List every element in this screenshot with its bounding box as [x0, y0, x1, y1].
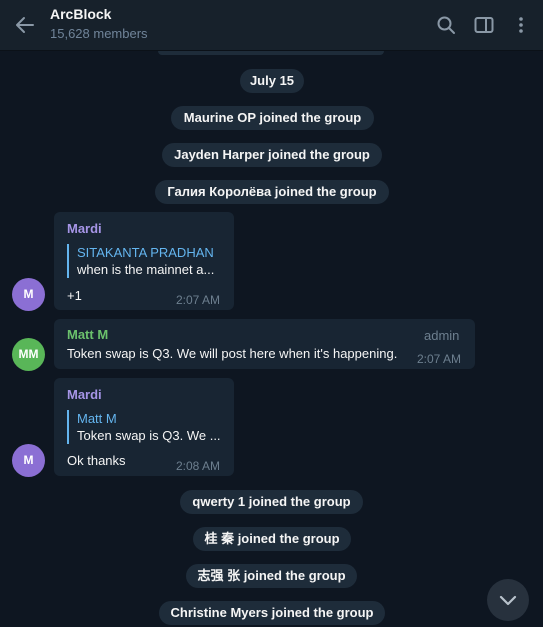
chat-title[interactable]: ArcBlock — [50, 6, 148, 23]
scroll-to-bottom-button[interactable] — [487, 579, 529, 621]
admin-badge: admin — [424, 328, 460, 343]
avatar[interactable]: MM — [12, 338, 45, 371]
message-author[interactable]: Mardi — [67, 221, 102, 237]
message-bubble[interactable]: Matt M admin Token swap is Q3. We will p… — [54, 319, 475, 369]
more-vertical-icon[interactable] — [509, 13, 533, 37]
message-text: Token swap is Q3. We will post here when… — [67, 346, 398, 361]
sidebar-toggle-icon[interactable] — [472, 13, 496, 37]
reply-author: Matt M — [77, 411, 117, 426]
avatar[interactable]: M — [12, 278, 45, 311]
date-separator: July 15 — [240, 69, 304, 93]
message-time: 2:07 AM — [417, 352, 462, 366]
service-message: Maurine OP joined the group — [171, 106, 374, 130]
chevron-down-icon — [499, 595, 517, 606]
chat-title-block[interactable]: ArcBlock 15,628 members — [50, 6, 148, 42]
chat-header: ArcBlock 15,628 members — [0, 0, 543, 51]
message-time: 2:07 AM — [176, 293, 221, 307]
message-bubble[interactable]: Mardi Matt M Token swap is Q3. We ... Ok… — [54, 378, 234, 476]
service-message: qwerty 1 joined the group — [180, 490, 363, 514]
previous-service-pill — [158, 51, 384, 55]
message-author[interactable]: Mardi — [67, 387, 102, 403]
message-author[interactable]: Matt M — [67, 327, 108, 343]
reply-quote[interactable]: Matt M Token swap is Q3. We ... — [67, 410, 224, 444]
reply-quote[interactable]: SITAKANTA PRADHAN when is the mainnet a.… — [67, 244, 224, 278]
avatar[interactable]: M — [12, 444, 45, 477]
search-icon[interactable] — [434, 13, 458, 37]
member-count: 15,628 members — [50, 26, 148, 41]
message-bubble[interactable]: Mardi SITAKANTA PRADHAN when is the main… — [54, 212, 234, 310]
service-message: 志强 张 joined the group — [186, 564, 357, 588]
service-message: 桂 秦 joined the group — [193, 527, 351, 551]
message-list[interactable]: July 15 Maurine OP joined the group Jayd… — [0, 51, 543, 627]
reply-author: SITAKANTA PRADHAN — [77, 245, 214, 260]
reply-text: when is the mainnet a... — [77, 262, 215, 277]
message-text: +1 — [67, 288, 82, 303]
service-message: Jayden Harper joined the group — [162, 143, 382, 167]
service-message: Christine Myers joined the group — [159, 601, 385, 625]
message-time: 2:08 AM — [176, 459, 221, 473]
reply-text: Token swap is Q3. We ... — [77, 428, 221, 443]
service-message: Галия Королёва joined the group — [155, 180, 389, 204]
message-text: Ok thanks — [67, 453, 126, 468]
back-arrow-icon[interactable] — [13, 13, 37, 37]
